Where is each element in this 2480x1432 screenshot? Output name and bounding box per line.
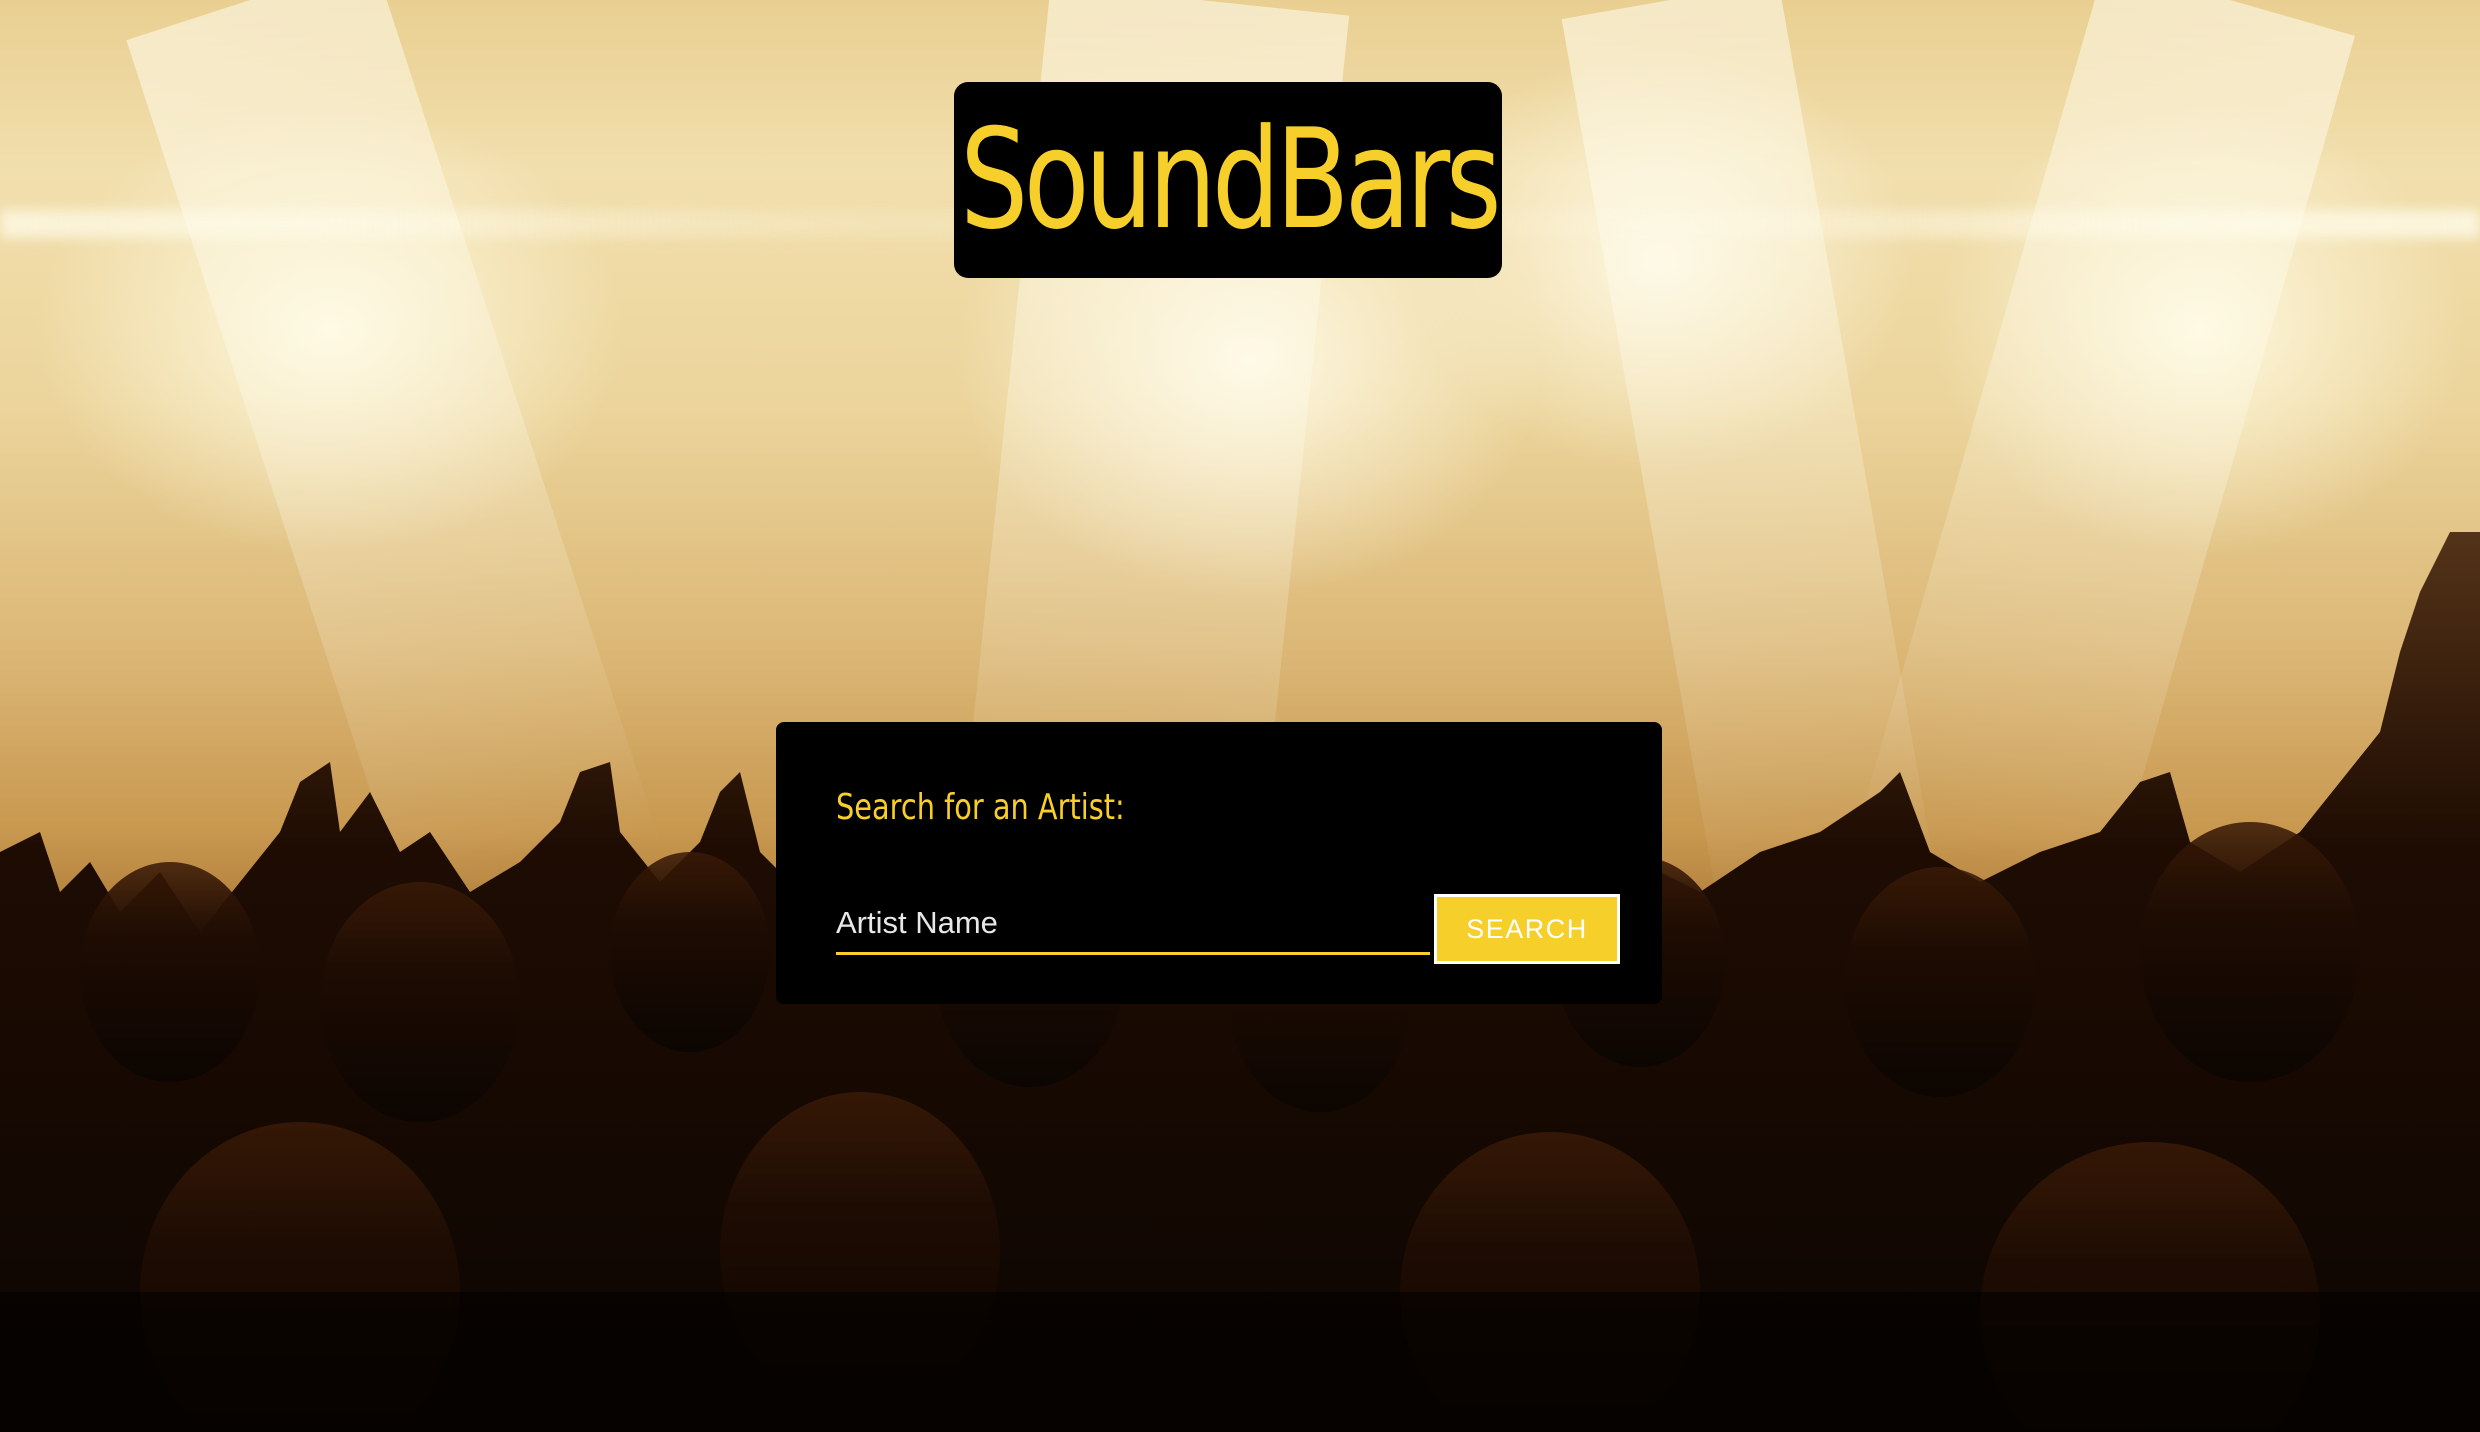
search-button[interactable]: SEARCH — [1434, 894, 1620, 964]
search-label: Search for an Artist: — [836, 787, 1125, 828]
artist-name-input[interactable] — [836, 894, 1430, 955]
search-panel: Search for an Artist: SEARCH — [776, 722, 1662, 1004]
brand-title: SoundBars — [960, 99, 1502, 260]
